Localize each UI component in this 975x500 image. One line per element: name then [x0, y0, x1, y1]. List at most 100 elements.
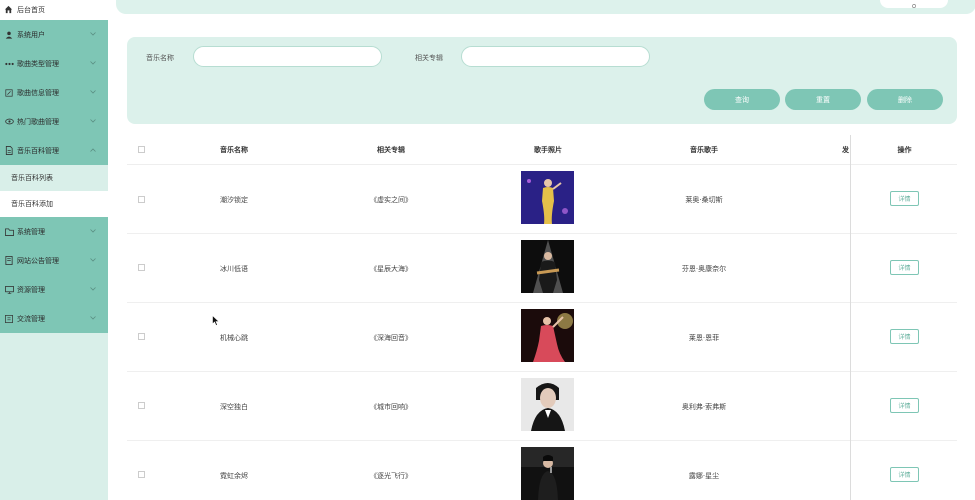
table-row: 深空独白 《城市回响》 奥利弗·索弗斯 详情 [127, 372, 957, 441]
cell-singer: 莱恩·恩菲 [688, 333, 720, 342]
sidebar-item-communication[interactable]: 交流管理 [0, 304, 108, 333]
chevron-down-icon [88, 226, 98, 236]
document-icon [4, 146, 14, 156]
table-row: 潮汐锁定 《虚实之间》 莱奥·桑切斯 详情 [127, 165, 957, 234]
cell-music-name: 机械心跳 [220, 333, 248, 342]
sidebar-item-label: 网站公告管理 [17, 256, 59, 265]
sidebar-item-label: 交流管理 [17, 314, 45, 323]
sidebar-item-home[interactable]: 后台首页 [0, 0, 108, 20]
chevron-down-icon [88, 255, 98, 265]
sidebar-item-song-info[interactable]: 歌曲信息管理 [0, 78, 108, 107]
table-row: 冰川低语 《星辰大海》 芬恩·奥康奈尔 详情 [127, 234, 957, 303]
row-checkbox[interactable] [138, 471, 145, 478]
sidebar-item-label: 资源管理 [17, 285, 45, 294]
column-resize-divider [850, 135, 851, 500]
detail-button[interactable]: 详情 [890, 260, 919, 275]
sidebar-item-notice[interactable]: 网站公告管理 [0, 246, 108, 275]
singer-photo [521, 378, 574, 431]
sidebar-item-label: 系统管理 [17, 227, 45, 236]
singer-photo [521, 240, 574, 293]
header-actions: 操作 [897, 146, 912, 154]
app-root: 后台首页 系统用户 歌曲类型管理 歌曲信息管理 热门歌曲管理 音乐百科管理 音乐… [0, 0, 975, 500]
cell-music-name: 霓虹余烬 [220, 471, 248, 480]
album-input[interactable] [461, 46, 650, 67]
sidebar-home-label: 后台首页 [17, 6, 45, 14]
header-release: 发 [842, 146, 849, 154]
cell-album: 《深海回音》 [370, 333, 412, 342]
cell-album: 《城市回响》 [370, 402, 412, 411]
user-icon [4, 30, 14, 40]
query-button[interactable]: 查询 [704, 89, 780, 110]
monitor-icon [4, 285, 14, 295]
cell-album: 《虚实之间》 [370, 195, 412, 204]
header-singer-photo: 歌手照片 [534, 146, 562, 154]
sidebar-item-system-manage[interactable]: 系统管理 [0, 217, 108, 246]
chevron-down-icon [88, 58, 98, 68]
sidebar-item-song-type[interactable]: 歌曲类型管理 [0, 49, 108, 78]
user-menu[interactable] [880, 0, 948, 8]
header-music-name: 音乐名称 [220, 146, 248, 154]
row-checkbox[interactable] [138, 333, 145, 340]
sidebar-subitem-wiki-list[interactable]: 音乐百科列表 [0, 165, 108, 191]
sidebar-item-label: 热门歌曲管理 [17, 117, 59, 126]
cell-singer: 奥利弗·索弗斯 [681, 402, 727, 411]
row-checkbox[interactable] [138, 402, 145, 409]
detail-button[interactable]: 详情 [890, 329, 919, 344]
singer-photo [521, 171, 574, 224]
sidebar-item-system-user[interactable]: 系统用户 [0, 20, 108, 49]
home-icon [4, 5, 14, 15]
select-all-checkbox[interactable] [138, 146, 145, 153]
sidebar-item-hot-song[interactable]: 热门歌曲管理 [0, 107, 108, 136]
sidebar-item-label: 音乐百科管理 [17, 146, 59, 155]
sidebar-subitem-label: 音乐百科列表 [11, 174, 53, 182]
notice-icon [4, 256, 14, 266]
chevron-down-icon [88, 313, 98, 323]
cell-music-name: 冰川低语 [220, 264, 248, 273]
cell-music-name: 深空独白 [220, 402, 248, 411]
sidebar-item-label: 系统用户 [17, 30, 45, 39]
cell-singer: 露娜·星尘 [688, 471, 720, 480]
sidebar-subitem-label: 音乐百科添加 [11, 200, 53, 208]
detail-button[interactable]: 详情 [890, 191, 919, 206]
cell-singer: 莱奥·桑切斯 [685, 195, 723, 204]
detail-button[interactable]: 详情 [890, 467, 919, 482]
cell-singer: 芬恩·奥康奈尔 [681, 264, 727, 273]
table-row: 机械心跳 《深海回音》 莱恩·恩菲 详情 [127, 303, 957, 372]
reset-button[interactable]: 重置 [785, 89, 861, 110]
eye-icon [4, 117, 14, 127]
dots-icon [4, 59, 14, 69]
sidebar-subitem-wiki-add[interactable]: 音乐百科添加 [0, 191, 108, 217]
cell-album: 《逐光飞行》 [370, 471, 412, 480]
sidebar-item-resource[interactable]: 资源管理 [0, 275, 108, 304]
header-singer: 音乐歌手 [690, 146, 718, 154]
mouse-cursor-icon [212, 311, 220, 330]
singer-photo [521, 309, 574, 362]
singer-photo [521, 447, 574, 500]
row-checkbox[interactable] [138, 264, 145, 271]
cell-album: 《星辰大海》 [370, 264, 412, 273]
chevron-down-icon [88, 284, 98, 294]
delete-button[interactable]: 删除 [867, 89, 943, 110]
top-header-bar [116, 0, 975, 14]
cell-music-name: 潮汐锁定 [220, 195, 248, 204]
chevron-down-icon [88, 29, 98, 39]
sidebar-item-label: 歌曲类型管理 [17, 59, 59, 68]
chevron-down-icon [88, 87, 98, 97]
music-name-input[interactable] [193, 46, 382, 67]
folder-icon [4, 227, 14, 237]
music-name-label: 音乐名称 [146, 54, 174, 62]
header-album: 相关专辑 [377, 146, 405, 154]
detail-button[interactable]: 详情 [890, 398, 919, 413]
sidebar-item-label: 歌曲信息管理 [17, 88, 59, 97]
album-label: 相关专辑 [415, 54, 443, 62]
chevron-up-icon [88, 145, 98, 155]
chevron-down-icon [88, 116, 98, 126]
search-panel: 音乐名称 相关专辑 查询 重置 删除 [127, 37, 957, 124]
row-checkbox[interactable] [138, 196, 145, 203]
edit-icon [4, 88, 14, 98]
sidebar: 后台首页 系统用户 歌曲类型管理 歌曲信息管理 热门歌曲管理 音乐百科管理 音乐… [0, 0, 108, 500]
table-header: 音乐名称 相关专辑 歌手照片 音乐歌手 发 操作 [127, 135, 957, 165]
sidebar-item-music-wiki[interactable]: 音乐百科管理 [0, 136, 108, 165]
table-row: 霓虹余烬 《逐光飞行》 露娜·星尘 详情 [127, 441, 957, 500]
user-avatar-icon [910, 0, 918, 14]
